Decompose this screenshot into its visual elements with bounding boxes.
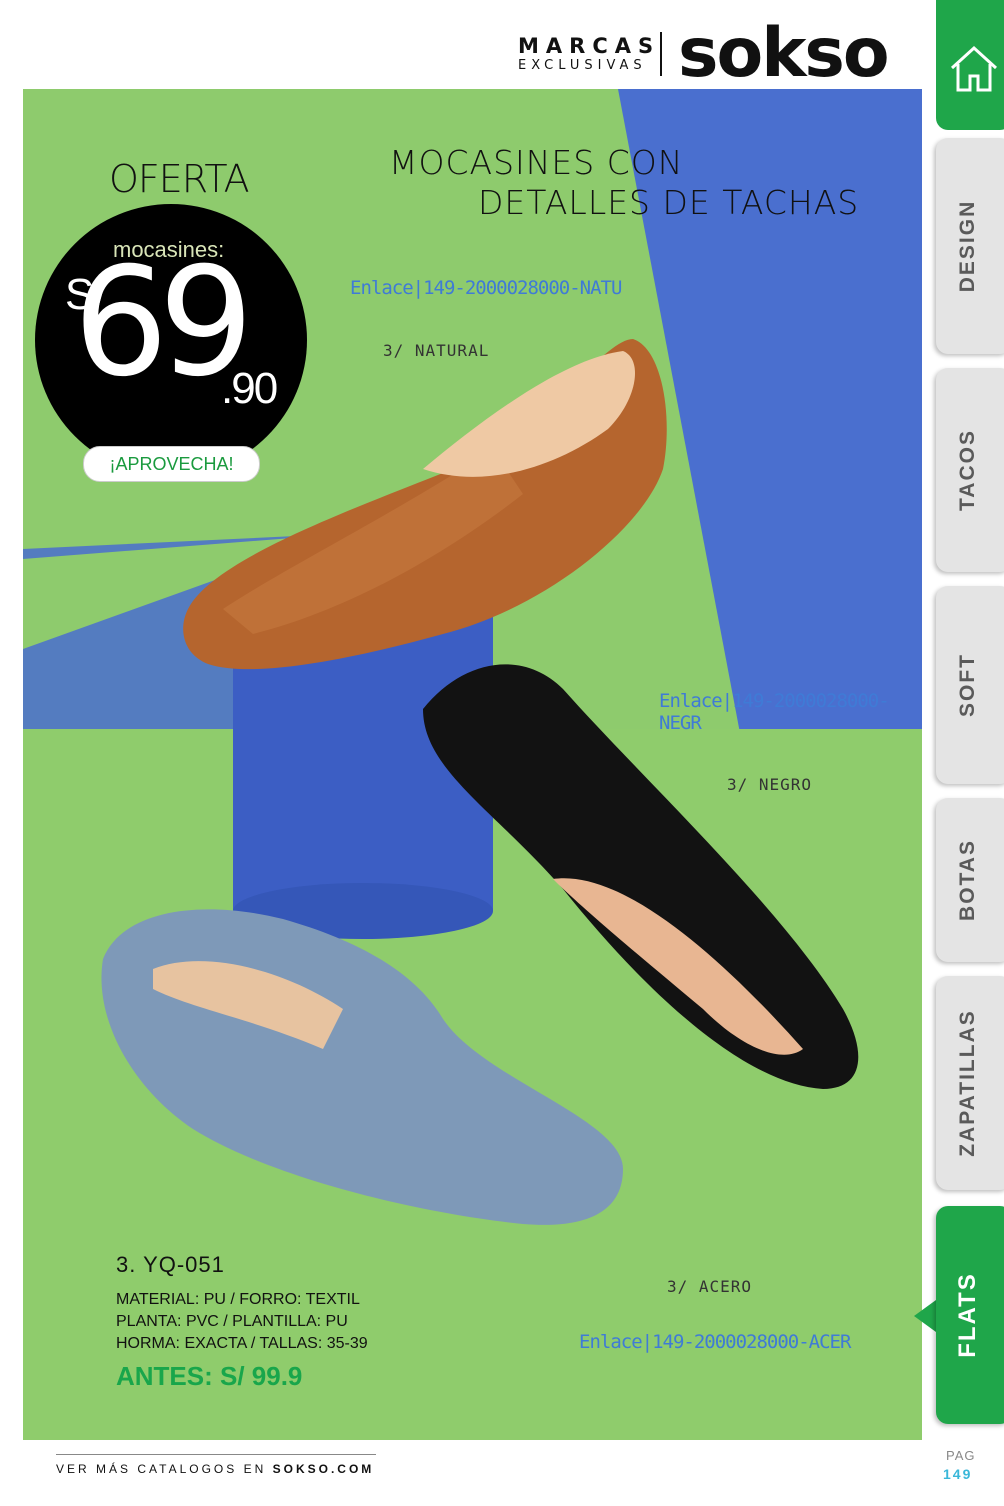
sokso-logo: sokso (678, 14, 890, 93)
footer-divider (56, 1454, 376, 1455)
previous-price: ANTES: S/ 99.9 (116, 1361, 303, 1391)
tab-zapatillas-label: ZAPATILLAS (956, 1009, 979, 1157)
tab-tacos[interactable]: TACOS (936, 368, 1004, 572)
home-icon (950, 45, 998, 92)
page-label: PAG (946, 1448, 976, 1463)
product-spec-planta: PLANTA: PVC / PLANTILLA: PU (116, 1313, 348, 1330)
variant-link-acero[interactable]: Enlace|149-2000028000-ACER (579, 1331, 851, 1353)
tab-soft[interactable]: SOFT (936, 586, 1004, 784)
oferta-label: OFERTA (109, 157, 250, 201)
tab-flats-label: FLATS (954, 1272, 981, 1358)
home-tab[interactable] (936, 0, 1004, 130)
tab-soft-label: SOFT (956, 653, 979, 717)
variant-label-natural: 3/ NATURAL (383, 341, 490, 360)
active-tab-pointer (914, 1300, 936, 1332)
brand-line1: MARCAS (518, 34, 661, 58)
variant-label-negro: 3/ NEGRO (727, 775, 813, 794)
variant-link-negro[interactable]: Enlace|149-2000028000-NEGR (659, 690, 922, 734)
brand-line2: EXCLUSIVAS (518, 58, 647, 73)
header-divider (660, 32, 662, 76)
page-number: 149 (943, 1466, 973, 1482)
tab-botas[interactable]: BOTAS (936, 798, 1004, 962)
tab-design-label: DESIGN (956, 199, 979, 293)
price-badge: mocasines: S/ 69 .90 (35, 204, 307, 476)
product-spec-horma: HORMA: EXACTA / TALLAS: 35-39 (116, 1335, 368, 1352)
page-title-line1: MOCASINES CON (389, 143, 684, 182)
tab-zapatillas[interactable]: ZAPATILLAS (936, 976, 1004, 1190)
tab-flats[interactable]: FLATS (936, 1206, 1004, 1424)
product-photo-panel: OFERTA mocasines: S/ 69 .90 ¡APROVECHA! … (23, 89, 922, 1440)
product-spec-material: MATERIAL: PU / FORRO: TEXTIL (116, 1291, 360, 1308)
footer-site-link[interactable]: SOKSO.COM (273, 1462, 375, 1476)
aprovecha-button[interactable]: ¡APROVECHA! (83, 446, 260, 482)
page-title-line2: DETALLES DE TACHAS (478, 183, 860, 222)
tab-botas-label: BOTAS (956, 839, 979, 921)
tab-design[interactable]: DESIGN (936, 138, 1004, 354)
variant-label-acero: 3/ ACERO (667, 1277, 753, 1296)
brand-header: MARCAS EXCLUSIVAS sokso (500, 14, 900, 93)
footer-prefix: VER MÁS CATALOGOS EN (56, 1462, 267, 1476)
tab-tacos-label: TACOS (956, 429, 979, 511)
price-cents: .90 (221, 364, 278, 413)
product-code: 3. YQ-051 (116, 1252, 225, 1277)
footer-cta: VER MÁS CATALOGOS EN SOKSO.COM (56, 1462, 374, 1476)
variant-link-natural[interactable]: Enlace|149-2000028000-NATU (350, 277, 622, 299)
price-whole: 69 (73, 236, 254, 410)
